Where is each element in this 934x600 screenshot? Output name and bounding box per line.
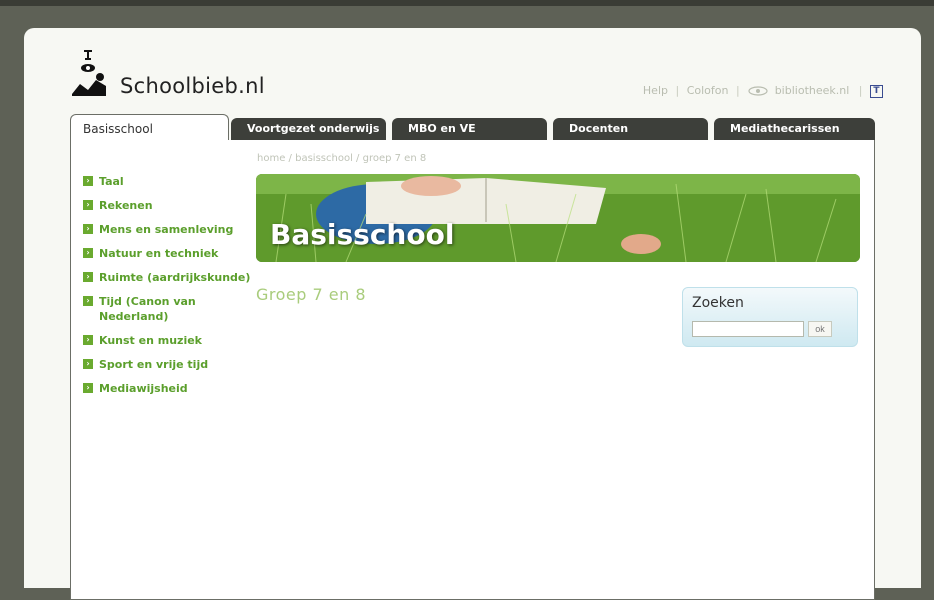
sidebar-item-tijd[interactable]: › Tijd (Canon van Nederland)	[83, 294, 253, 324]
separator: |	[675, 84, 680, 97]
banner-image: Basisschool	[256, 174, 860, 262]
help-link[interactable]: Help	[643, 84, 668, 97]
sidebar-item-sport-en-vrije-tijd[interactable]: › Sport en vrije tijd	[83, 357, 253, 372]
bibliotheek-link[interactable]: bibliotheek.nl	[747, 84, 855, 97]
sidebar-item-label: Taal	[99, 175, 124, 188]
search-label: Zoeken	[692, 295, 744, 311]
search-button[interactable]: ok	[808, 321, 832, 337]
sidebar-item-label: Mens en samenleving	[99, 223, 234, 236]
top-links: Help | Colofon | bibliotheek.nl | T	[641, 84, 885, 98]
sidebar-item-label: Sport en vrije tijd	[99, 358, 209, 371]
page: Schoolbieb.nl Help | Colofon | bibliothe…	[24, 28, 921, 600]
sidebar-item-mediawijsheid[interactable]: › Mediawijsheid	[83, 381, 253, 396]
tab-mbo-en-ve[interactable]: MBO en VE	[392, 118, 547, 140]
sidebar-item-label: Tijd (Canon van Nederland)	[99, 295, 196, 323]
site-logo[interactable]: Schoolbieb.nl	[70, 50, 290, 102]
arrow-right-icon: ›	[83, 272, 93, 282]
sidebar-item-label: Kunst en muziek	[99, 334, 202, 347]
arrow-right-icon: ›	[83, 383, 93, 393]
site-logo-text: Schoolbieb.nl	[120, 74, 265, 98]
sidebar-item-natuur-en-techniek[interactable]: › Natuur en techniek	[83, 246, 253, 261]
sidebar-item-label: Mediawijsheid	[99, 382, 188, 395]
separator: |	[858, 84, 863, 97]
eye-icon	[748, 86, 768, 96]
sidebar-item-rekenen[interactable]: › Rekenen	[83, 198, 253, 213]
breadcrumb-separator: /	[356, 153, 360, 164]
breadcrumb-home[interactable]: home	[257, 153, 285, 164]
page-title: Groep 7 en 8	[256, 285, 367, 304]
tab-docenten[interactable]: Docenten	[553, 118, 708, 140]
sidebar-item-ruimte[interactable]: › Ruimte (aardrijkskunde)	[83, 270, 253, 285]
tab-voortgezet-onderwijs[interactable]: Voortgezet onderwijs	[231, 118, 386, 140]
colofon-link[interactable]: Colofon	[687, 84, 729, 97]
sidebar-item-taal[interactable]: › Taal	[83, 174, 253, 189]
sidebar-item-label: Rekenen	[99, 199, 153, 212]
main-nav-tabs: Basisschool Voortgezet onderwijs MBO en …	[70, 114, 875, 143]
breadcrumb-separator: /	[288, 153, 292, 164]
sidebar-item-label: Natuur en techniek	[99, 247, 219, 260]
text-size-icon[interactable]: T	[870, 84, 883, 98]
banner-title: Basisschool	[270, 218, 455, 251]
content-panel: › Taal › Rekenen › Mens en samenleving › Nat…	[70, 140, 875, 600]
arrow-right-icon: ›	[83, 296, 93, 306]
separator: |	[735, 84, 740, 97]
arrow-right-icon: ›	[83, 224, 93, 234]
reading-figure-icon	[72, 50, 106, 96]
arrow-right-icon: ›	[83, 200, 93, 210]
arrow-right-icon: ›	[83, 248, 93, 258]
breadcrumb: home / basisschool / groep 7 en 8	[257, 153, 426, 164]
window-top-border	[0, 0, 934, 6]
arrow-right-icon: ›	[83, 335, 93, 345]
tab-basisschool[interactable]: Basisschool	[70, 114, 229, 143]
breadcrumb-current: groep 7 en 8	[362, 153, 427, 164]
sidebar-item-kunst-en-muziek[interactable]: › Kunst en muziek	[83, 333, 253, 348]
tab-mediathecarissen[interactable]: Mediathecarissen	[714, 118, 875, 140]
sidebar: › Taal › Rekenen › Mens en samenleving › Nat…	[83, 174, 253, 405]
arrow-right-icon: ›	[83, 176, 93, 186]
bibliotheek-link-text: bibliotheek.nl	[774, 84, 850, 97]
breadcrumb-section[interactable]: basisschool	[295, 153, 353, 164]
search-box: Zoeken ok	[682, 287, 858, 347]
sidebar-item-mens-en-samenleving[interactable]: › Mens en samenleving	[83, 222, 253, 237]
arrow-right-icon: ›	[83, 359, 93, 369]
sidebar-item-label: Ruimte (aardrijkskunde)	[99, 271, 251, 284]
search-input[interactable]	[692, 321, 804, 337]
